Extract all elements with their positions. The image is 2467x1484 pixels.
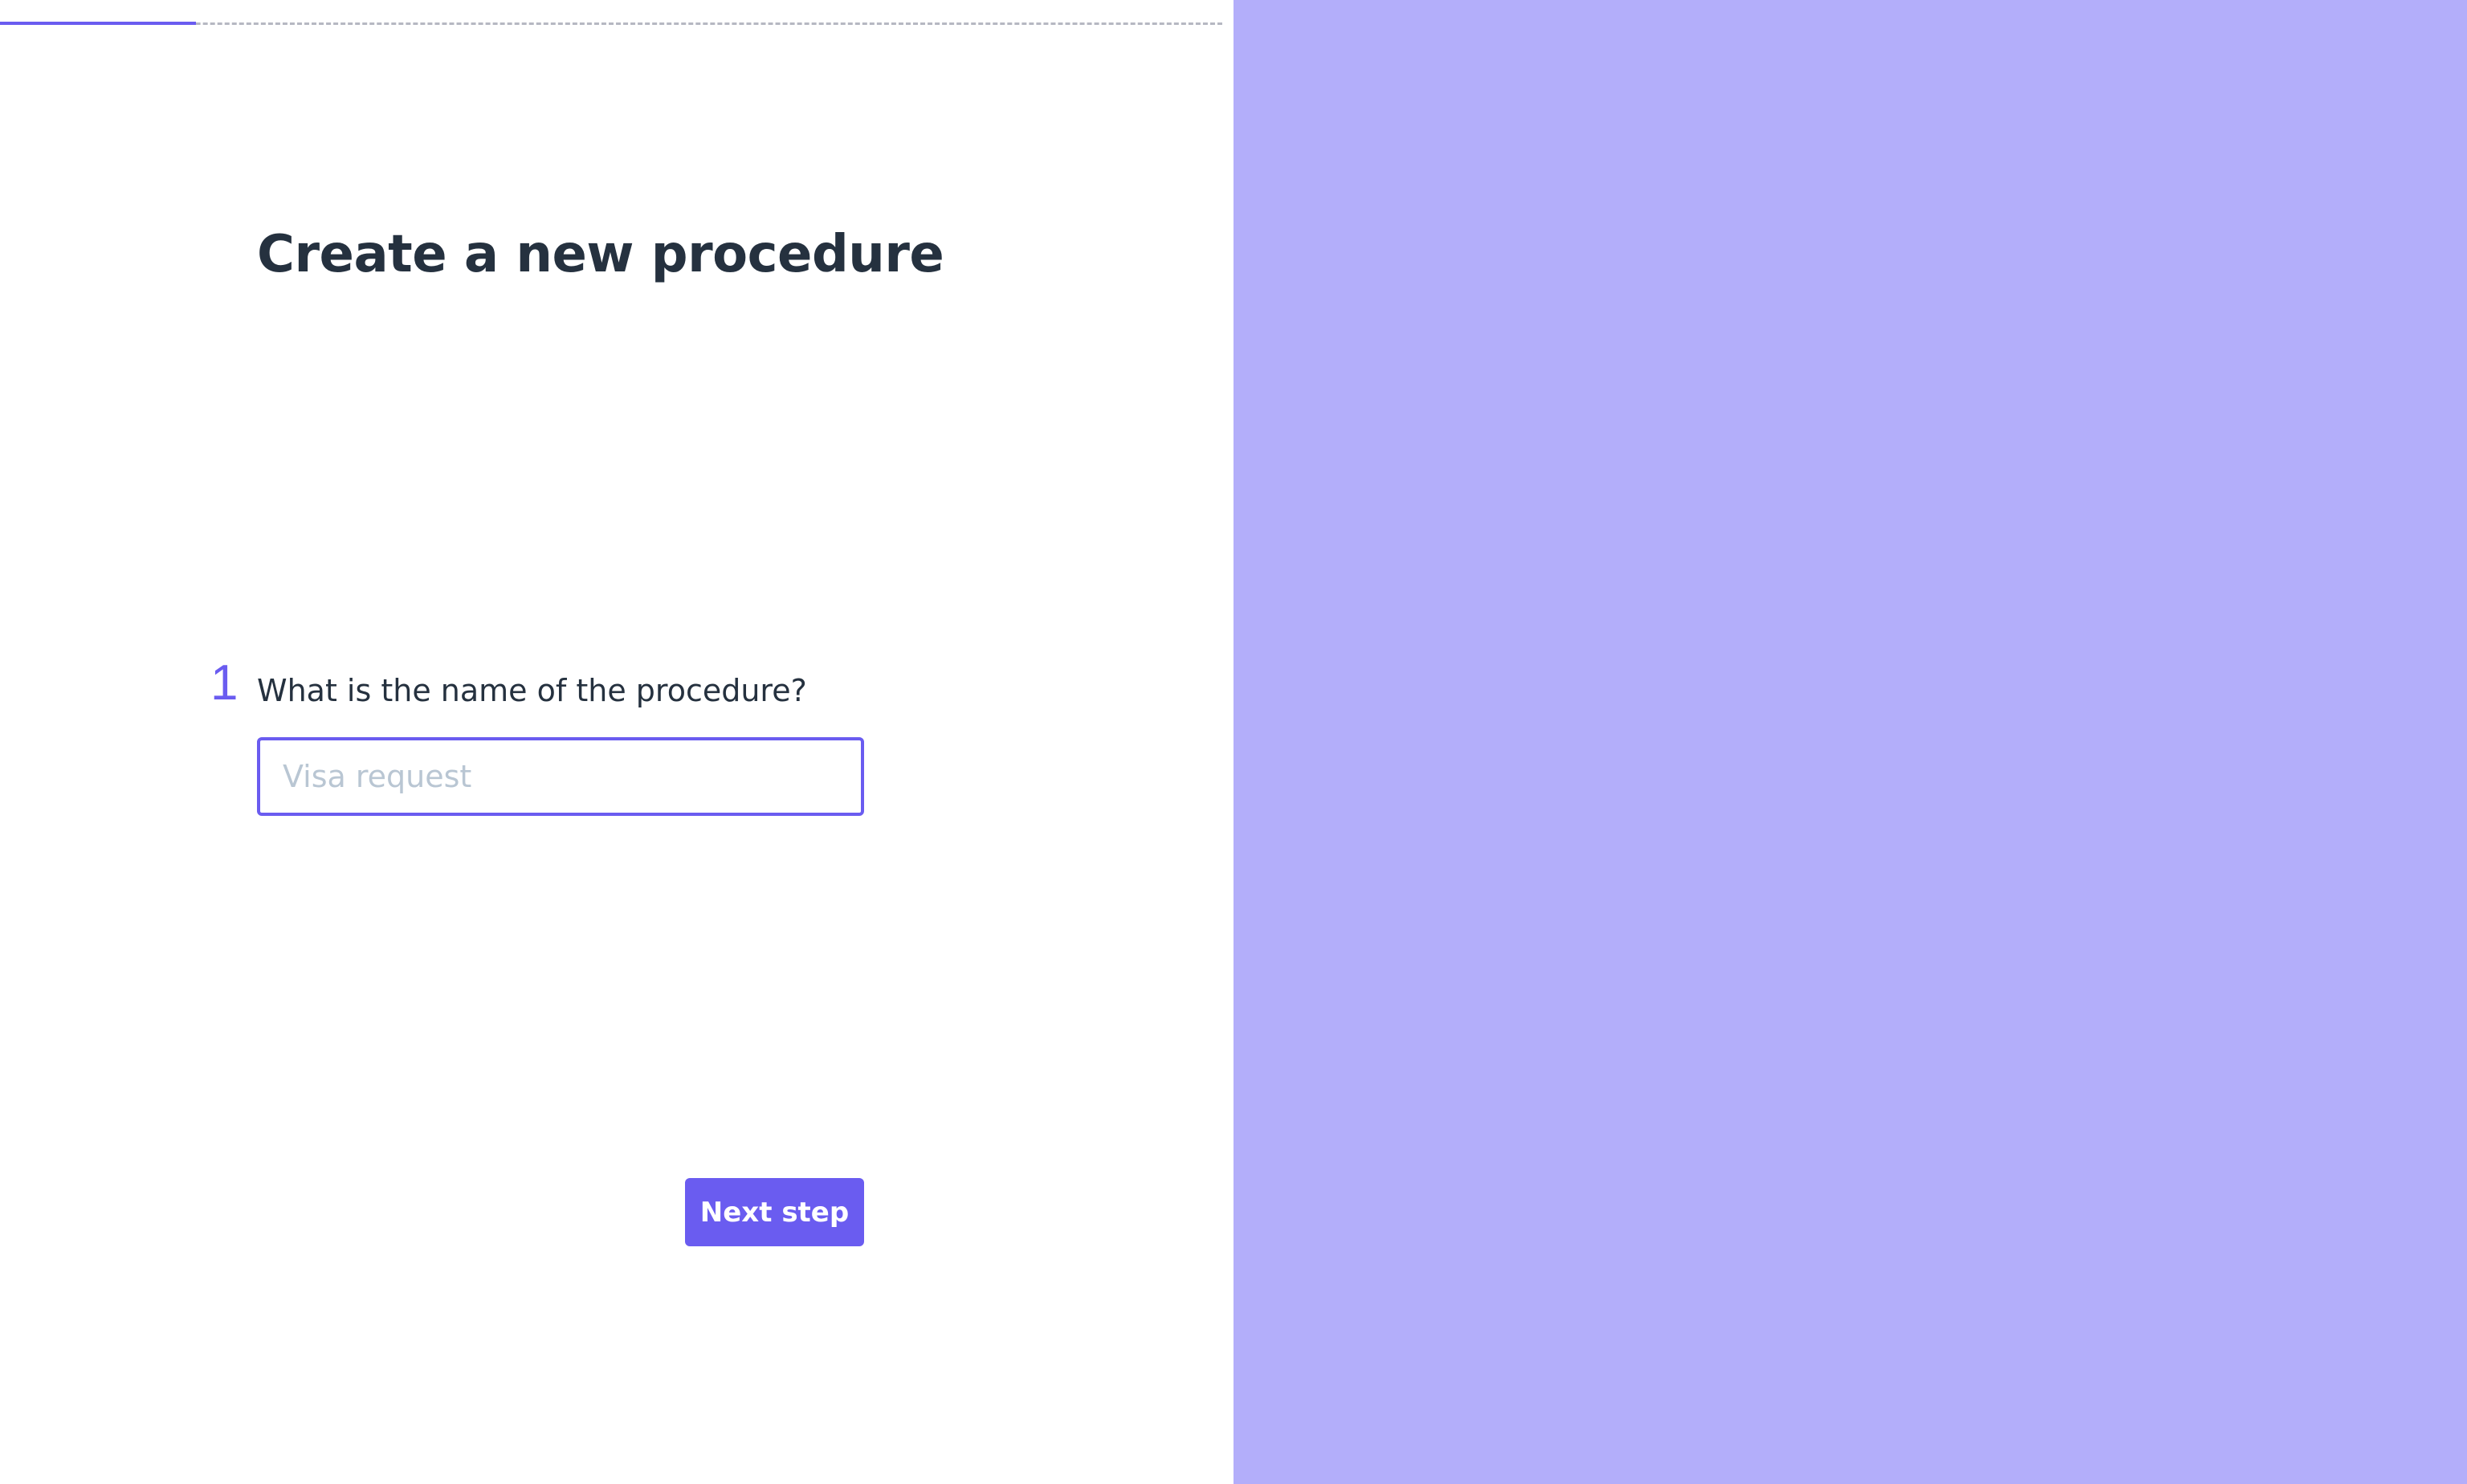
progress-fill — [0, 22, 196, 25]
next-step-button[interactable]: Next step — [685, 1178, 864, 1246]
procedure-name-input[interactable] — [257, 737, 864, 816]
page-title: Create a new procedure — [257, 225, 944, 284]
illustration-side-panel — [1234, 0, 2467, 1484]
question-number: 1 — [210, 655, 239, 711]
question-block: 1 What is the name of the procedure? — [210, 655, 869, 728]
wizard-progress-bar — [0, 21, 1222, 27]
question-label: What is the name of the procedure? — [257, 673, 807, 708]
procedure-wizard-page: Create a new procedure 1 What is the nam… — [0, 0, 2467, 1484]
wizard-form-pane: Create a new procedure 1 What is the nam… — [0, 0, 1234, 1484]
